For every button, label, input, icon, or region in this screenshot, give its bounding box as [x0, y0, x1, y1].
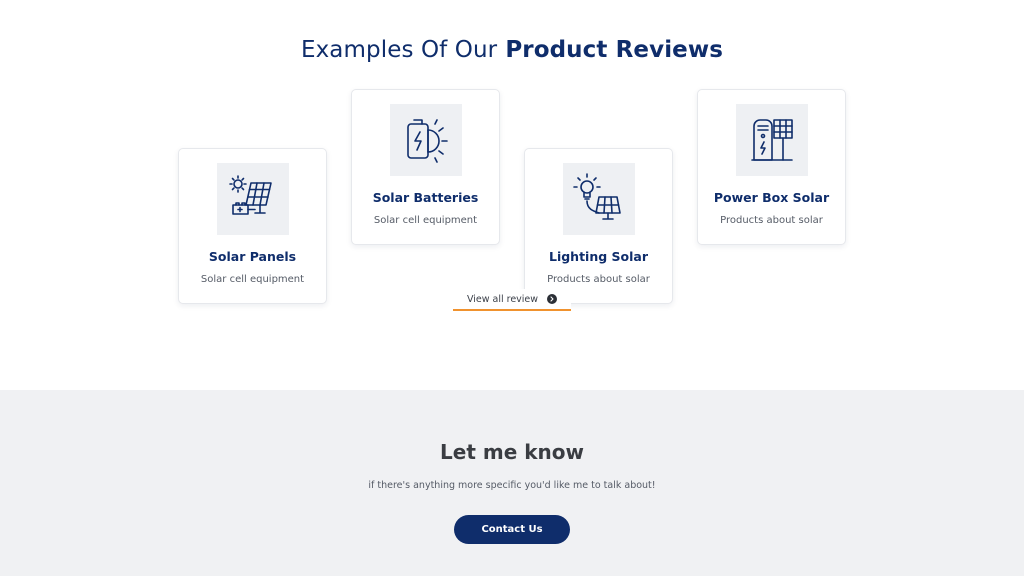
product-card-solar-batteries[interactable]: Solar Batteries Solar cell equipment — [351, 89, 500, 245]
contact-section: Let me know if there's anything more spe… — [0, 390, 1024, 576]
card-subtitle: Products about solar — [720, 215, 823, 226]
product-reviews-section: Examples Of Our Product Reviews Solar Pa… — [0, 0, 1024, 390]
card-title: Lighting Solar — [548, 249, 649, 264]
section-title-bold: Product Reviews — [505, 37, 724, 63]
card-title: Power Box Solar — [713, 190, 830, 205]
battery-icon — [390, 104, 462, 176]
contact-subtitle: if there's anything more specific you'd … — [368, 480, 656, 491]
bulb-icon — [563, 163, 635, 235]
section-title: Examples Of Our Product Reviews — [0, 37, 1024, 63]
view-all-label: View all review — [466, 293, 539, 305]
product-card-power-box-solar[interactable]: Power Box Solar Products about solar — [697, 89, 846, 245]
arrow-circle-icon — [547, 294, 558, 304]
product-card-solar-panels[interactable]: Solar Panels Solar cell equipment — [178, 148, 327, 304]
card-subtitle: Solar cell equipment — [200, 274, 305, 285]
card-title: Solar Batteries — [372, 190, 479, 205]
card-subtitle: Solar cell equipment — [373, 215, 478, 226]
product-card-lighting-solar[interactable]: Lighting Solar Products about solar — [524, 148, 673, 304]
view-all-review-link[interactable]: View all review — [453, 289, 571, 311]
section-title-light: Examples Of Our — [300, 37, 498, 63]
contact-us-button[interactable]: Contact Us — [454, 515, 570, 544]
power-box-icon — [736, 104, 808, 176]
card-subtitle: Products about solar — [547, 274, 650, 285]
card-title: Solar Panels — [208, 249, 297, 264]
solar-panel-icon — [217, 163, 289, 235]
contact-title: Let me know — [440, 440, 584, 464]
